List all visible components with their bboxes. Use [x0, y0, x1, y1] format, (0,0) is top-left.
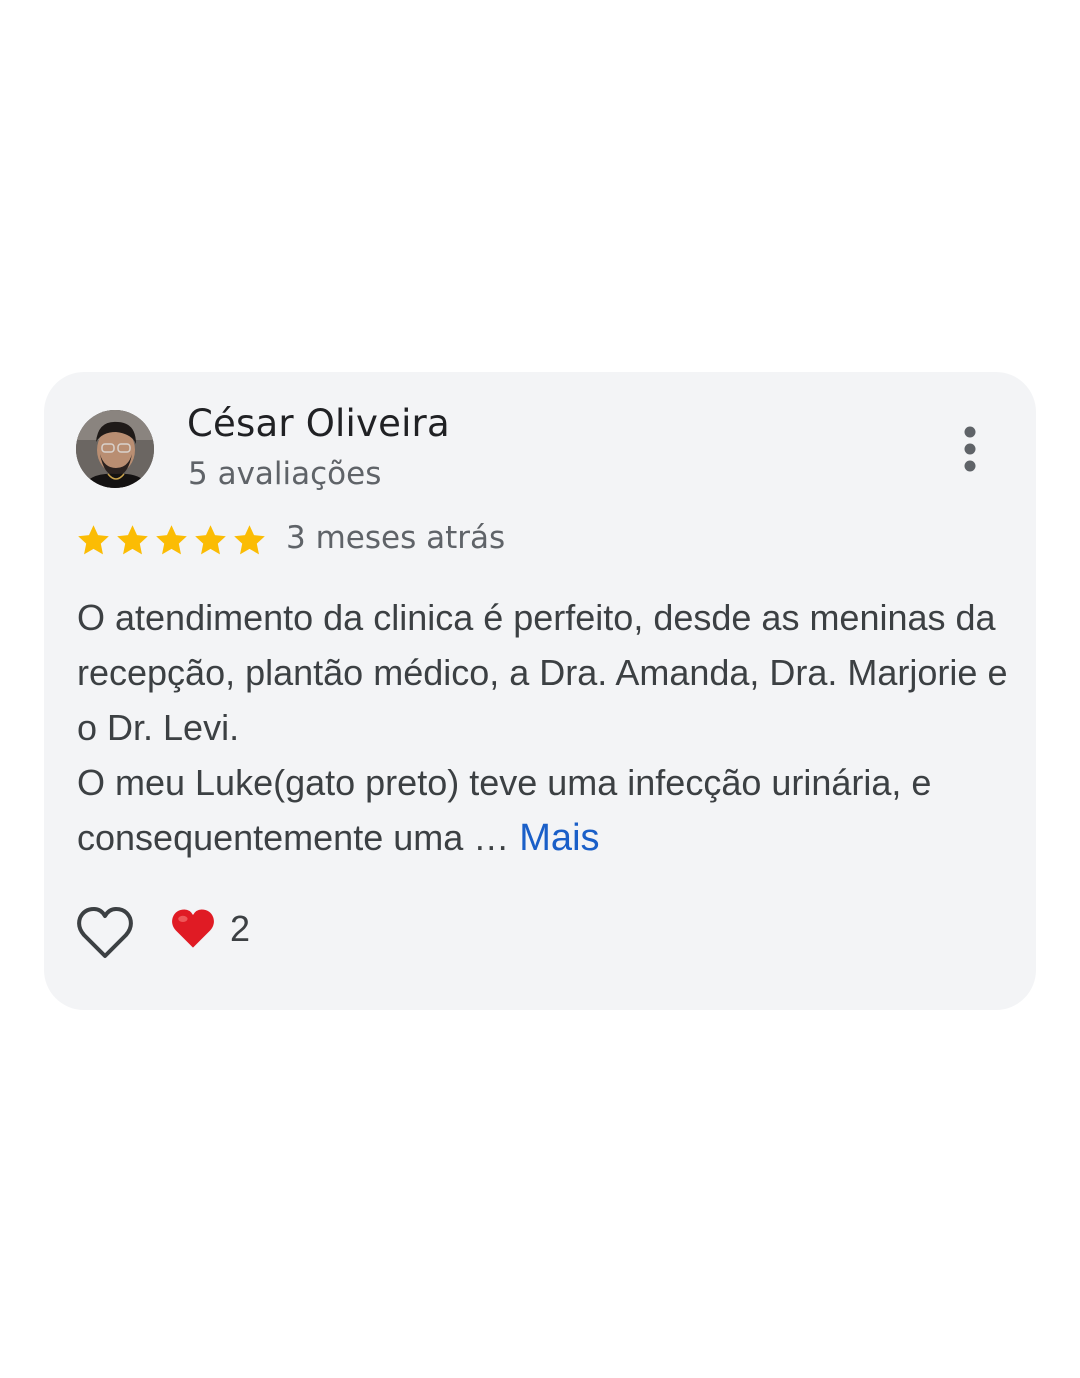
reaction-summary[interactable]: 2 — [170, 908, 250, 950]
star-icon — [234, 525, 265, 555]
review-text-excerpt: O meu Luke(gato preto) teve uma infecção… — [77, 762, 932, 858]
star-icon — [195, 525, 226, 555]
review-card: César Oliveira 5 avaliações 3 meses atrá… — [44, 372, 1036, 1010]
star-rating — [76, 523, 267, 558]
star-icon — [117, 525, 148, 555]
star-icon — [78, 525, 109, 555]
star-icon — [156, 525, 187, 555]
avatar[interactable] — [76, 410, 154, 488]
more-vert-icon — [964, 426, 976, 472]
author-review-count[interactable]: 5 avaliações — [188, 456, 381, 492]
review-date: 3 meses atrás — [286, 520, 506, 556]
author-name[interactable]: César Oliveira — [187, 402, 450, 445]
avatar-image — [76, 410, 154, 488]
review-text-paragraph: O meu Luke(gato preto) teve uma infecção… — [77, 755, 1017, 866]
heart-outline-icon — [77, 907, 133, 958]
red-heart-icon — [172, 909, 214, 948]
review-text-paragraph: O atendimento da clinica é perfeito, des… — [77, 597, 1008, 748]
more-options-button[interactable] — [946, 420, 994, 480]
review-text: O atendimento da clinica é perfeito, des… — [77, 590, 1017, 866]
more-link[interactable]: Mais — [519, 817, 599, 859]
reaction-count: 2 — [230, 908, 251, 949]
like-button[interactable] — [76, 906, 134, 960]
